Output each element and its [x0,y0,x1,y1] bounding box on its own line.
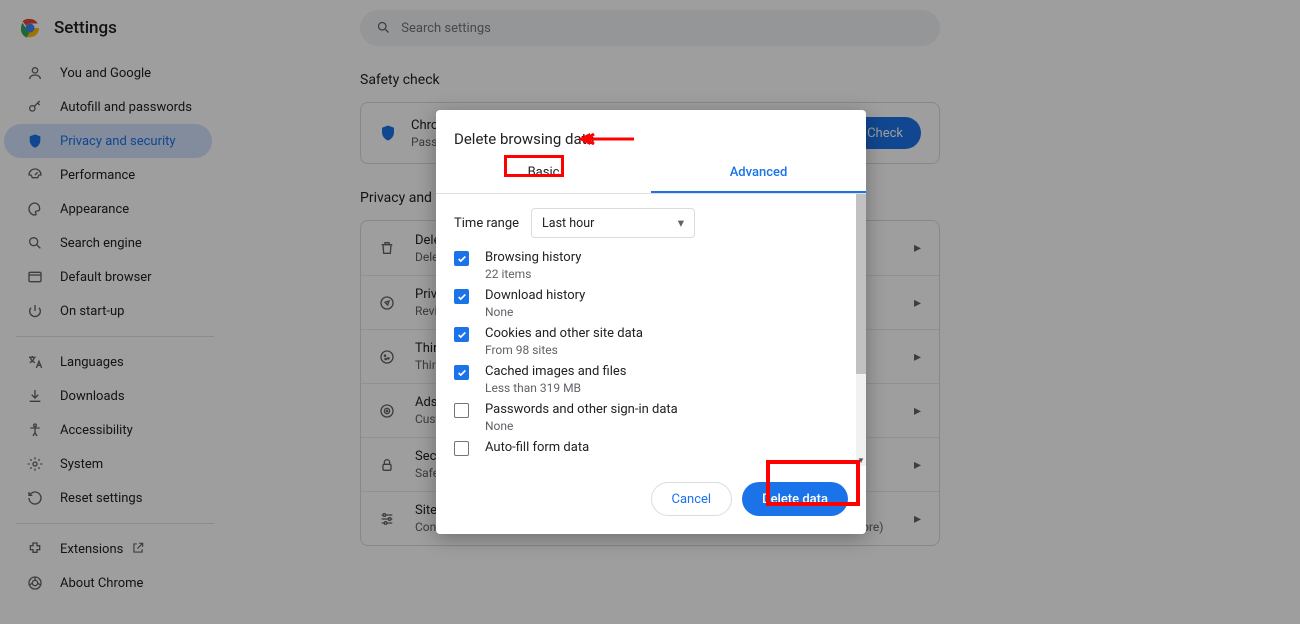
delete-data-button[interactable]: Delete data [742,482,848,516]
dialog-actions: Cancel Delete data [436,466,866,534]
option-title: Passwords and other sign-in data [485,402,678,417]
checkbox-cookies[interactable] [454,327,469,342]
dialog-body: Time range Last hour ▾ Browsing history 2… [436,194,866,466]
option-sub: None [485,419,678,433]
checkbox-cached-images[interactable] [454,365,469,380]
option-sub: 22 items [485,267,581,281]
option-download-history: Download history None [454,288,848,319]
option-title: Download history [485,288,585,303]
option-cached-images: Cached images and files Less than 319 MB [454,364,848,395]
dialog-tabs: Basic Advanced [436,152,866,194]
option-passwords: Passwords and other sign-in data None [454,402,848,433]
scroll-thumb[interactable] [856,194,866,374]
option-autofill: Auto-fill form data [454,440,848,456]
option-sub: None [485,305,585,319]
time-range-select[interactable]: Last hour ▾ [531,208,695,238]
dialog-title: Delete browsing data [436,110,866,152]
scroll-down-icon[interactable]: ▼ [856,454,866,466]
time-range-value: Last hour [542,216,594,231]
cancel-button[interactable]: Cancel [651,482,733,516]
option-sub: Less than 319 MB [485,381,626,395]
checkbox-download-history[interactable] [454,289,469,304]
tab-basic[interactable]: Basic [436,152,651,193]
option-title: Auto-fill form data [485,440,589,455]
option-title: Cookies and other site data [485,326,643,341]
checkbox-autofill[interactable] [454,441,469,456]
time-range-label: Time range [454,216,519,231]
option-cookies: Cookies and other site data From 98 sites [454,326,848,357]
option-browsing-history: Browsing history 22 items [454,250,848,281]
option-title: Cached images and files [485,364,626,379]
option-sub: From 98 sites [485,343,643,357]
tab-advanced[interactable]: Advanced [651,152,866,193]
delete-browsing-data-dialog: Delete browsing data Basic Advanced Time… [436,110,866,534]
checkbox-browsing-history[interactable] [454,251,469,266]
dialog-scrollbar[interactable]: ▼ [856,194,866,466]
option-title: Browsing history [485,250,581,265]
chevron-down-icon: ▾ [678,215,684,231]
checkbox-passwords[interactable] [454,403,469,418]
